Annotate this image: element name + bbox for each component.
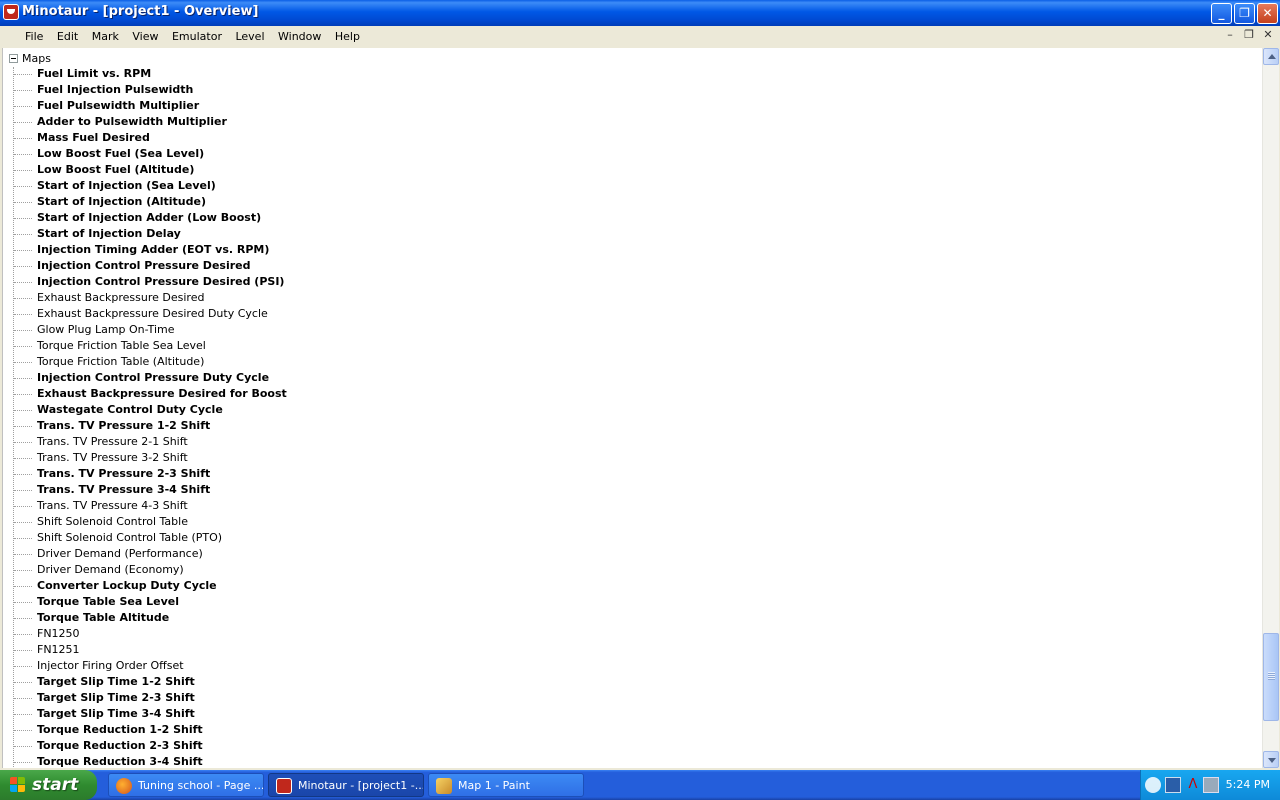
tree-item[interactable]: Low Boost Fuel (Sea Level) (3, 146, 287, 162)
tree-item[interactable]: Trans. TV Pressure 1-2 Shift (3, 418, 287, 434)
mdi-restore-icon[interactable]: ❐ (1241, 28, 1257, 42)
taskbar: start Tuning school - Page ... Minotaur … (0, 770, 1280, 800)
windows-logo-icon (10, 777, 26, 793)
tree-item[interactable]: Fuel Pulsewidth Multiplier (3, 98, 287, 114)
tree-item[interactable]: Fuel Injection Pulsewidth (3, 82, 287, 98)
tree-item[interactable]: Target Slip Time 1-2 Shift (3, 674, 287, 690)
menu-bar: File Edit Mark View Emulator Level Windo… (0, 26, 1280, 46)
tree-item[interactable]: Torque Reduction 1-2 Shift (3, 722, 287, 738)
tree-item[interactable]: Glow Plug Lamp On-Time (3, 322, 287, 338)
tree-item[interactable]: Exhaust Backpressure Desired Duty Cycle (3, 306, 287, 322)
vertical-scrollbar[interactable] (1262, 48, 1279, 768)
tree-item[interactable]: Injection Control Pressure Desired (PSI) (3, 274, 287, 290)
firefox-icon (116, 778, 132, 794)
menu-emulator[interactable]: Emulator (167, 29, 227, 44)
tree-item[interactable]: Shift Solenoid Control Table (3, 514, 287, 530)
minotaur-icon (276, 778, 292, 794)
tree-item[interactable]: Exhaust Backpressure Desired for Boost (3, 386, 287, 402)
arrow-up-icon (1268, 54, 1276, 59)
tree-item[interactable]: Exhaust Backpressure Desired (3, 290, 287, 306)
mdi-minimize-icon[interactable]: – (1222, 28, 1238, 42)
system-tray: Λ 5:24 PM (1140, 770, 1280, 800)
minimize-button[interactable]: _ (1211, 3, 1232, 24)
mdi-controls: – ❐ ✕ (1222, 28, 1276, 44)
close-button[interactable]: ✕ (1257, 3, 1278, 24)
show-hidden-icons-icon[interactable] (1145, 777, 1161, 793)
window-title: Minotaur - [project1 - Overview] (22, 4, 259, 19)
tree-item[interactable]: Start of Injection Adder (Low Boost) (3, 210, 287, 226)
tree-item[interactable]: Trans. TV Pressure 3-4 Shift (3, 482, 287, 498)
task-minotaur[interactable]: Minotaur - [project1 -... (268, 773, 424, 797)
start-label: start (32, 775, 79, 795)
tree-item[interactable]: Trans. TV Pressure 2-1 Shift (3, 434, 287, 450)
scroll-thumb[interactable] (1263, 633, 1279, 722)
tree-item[interactable]: Torque Friction Table Sea Level (3, 338, 287, 354)
tree-items: Fuel Limit vs. RPM Fuel Injection Pulsewi… (3, 66, 287, 768)
task-tuning-school[interactable]: Tuning school - Page ... (108, 773, 264, 797)
tree-item[interactable]: Driver Demand (Economy) (3, 562, 287, 578)
menu-help[interactable]: Help (330, 29, 365, 44)
monitor-icon[interactable] (1203, 777, 1219, 793)
tree-root-label: Maps (22, 52, 51, 65)
overview-window: Maps Fuel Limit vs. RPM Fuel Injection Pu… (0, 46, 1280, 770)
minimize-icon: _ (1218, 6, 1225, 20)
tree-item[interactable]: Wastegate Control Duty Cycle (3, 402, 287, 418)
tree-item[interactable]: Start of Injection Delay (3, 226, 287, 242)
menu-edit[interactable]: Edit (52, 29, 83, 44)
network-icon[interactable] (1165, 777, 1181, 793)
tree-item[interactable]: Torque Table Sea Level (3, 594, 287, 610)
tree-item[interactable]: Trans. TV Pressure 3-2 Shift (3, 450, 287, 466)
tree-item[interactable]: FN1251 (3, 642, 287, 658)
arrow-down-icon (1268, 758, 1276, 763)
restore-icon: ❐ (1239, 6, 1250, 20)
minotaur-app-icon[interactable] (3, 4, 19, 20)
tree-item[interactable]: Fuel Limit vs. RPM (3, 66, 287, 82)
tree-item[interactable]: Torque Friction Table (Altitude) (3, 354, 287, 370)
scroll-up-button[interactable] (1263, 48, 1279, 65)
tree-item[interactable]: Shift Solenoid Control Table (PTO) (3, 530, 287, 546)
tree-item[interactable]: FN1250 (3, 626, 287, 642)
tree-item[interactable]: Injection Timing Adder (EOT vs. RPM) (3, 242, 287, 258)
start-button[interactable]: start (0, 770, 97, 800)
tree-item[interactable]: Low Boost Fuel (Altitude) (3, 162, 287, 178)
tree-item[interactable]: Adder to Pulsewidth Multiplier (3, 114, 287, 130)
tree-item[interactable]: Start of Injection (Altitude) (3, 194, 287, 210)
menu-file[interactable]: File (20, 29, 48, 44)
mdi-close-icon[interactable]: ✕ (1260, 28, 1276, 42)
collapse-icon[interactable] (9, 54, 18, 63)
tree-item[interactable]: Injection Control Pressure Duty Cycle (3, 370, 287, 386)
clock[interactable]: 5:24 PM (1226, 778, 1270, 791)
tree-item[interactable]: Injector Firing Order Offset (3, 658, 287, 674)
close-icon: ✕ (1262, 6, 1273, 20)
tree-item[interactable]: Start of Injection (Sea Level) (3, 178, 287, 194)
menu-window[interactable]: Window (273, 29, 326, 44)
restore-button[interactable]: ❐ (1234, 3, 1255, 24)
acrobat-icon[interactable]: Λ (1185, 777, 1201, 793)
maps-tree-view[interactable]: Maps Fuel Limit vs. RPM Fuel Injection Pu… (2, 48, 1262, 768)
task-label: Minotaur - [project1 -... (298, 779, 424, 792)
tree-item[interactable]: Target Slip Time 3-4 Shift (3, 706, 287, 722)
tree-item[interactable]: Driver Demand (Performance) (3, 546, 287, 562)
tree-item[interactable]: Torque Reduction 3-4 Shift (3, 754, 287, 768)
tree-item[interactable]: Target Slip Time 2-3 Shift (3, 690, 287, 706)
title-bar[interactable]: Minotaur - [project1 - Overview] _ ❐ ✕ (0, 0, 1280, 26)
tree-item[interactable]: Mass Fuel Desired (3, 130, 287, 146)
tree-item[interactable]: Trans. TV Pressure 4-3 Shift (3, 498, 287, 514)
menu-view[interactable]: View (127, 29, 163, 44)
menu-level[interactable]: Level (230, 29, 269, 44)
tree-item[interactable]: Injection Control Pressure Desired (3, 258, 287, 274)
task-label: Map 1 - Paint (458, 779, 530, 792)
menu-mark[interactable]: Mark (87, 29, 124, 44)
task-paint[interactable]: Map 1 - Paint (428, 773, 584, 797)
paint-icon (436, 778, 452, 794)
tree-item[interactable]: Torque Table Altitude (3, 610, 287, 626)
tree-item[interactable]: Converter Lockup Duty Cycle (3, 578, 287, 594)
task-label: Tuning school - Page ... (138, 779, 264, 792)
scroll-down-button[interactable] (1263, 751, 1279, 768)
tree-item[interactable]: Trans. TV Pressure 2-3 Shift (3, 466, 287, 482)
tree-item[interactable]: Torque Reduction 2-3 Shift (3, 738, 287, 754)
